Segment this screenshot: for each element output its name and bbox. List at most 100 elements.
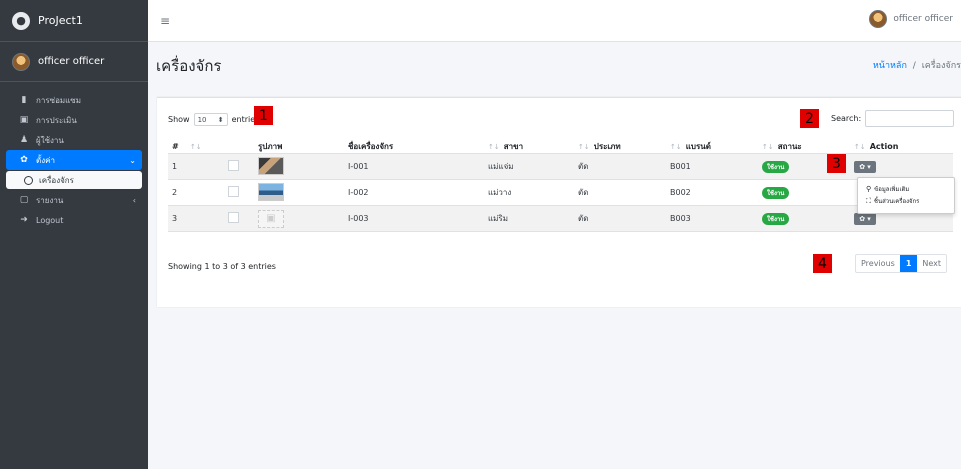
status-badge: ใช้งาน — [762, 212, 790, 225]
action-dropdown-menu: ⚲ ข้อมูลเพิ่มเติม ⛶ ชิ้นส่วนเครื่องจักร — [857, 177, 955, 214]
col-name[interactable]: ชื่อเครื่องจักร — [344, 140, 484, 154]
sidebar-item-settings[interactable]: ✿ ตั้งค่า ⌄ — [6, 150, 142, 170]
sidebar-user-panel[interactable]: officer officer — [0, 42, 148, 82]
sort-icon: ↑↓ — [578, 143, 590, 151]
row-checkbox[interactable] — [228, 186, 239, 197]
table-info: Showing 1 to 3 of 3 entries — [168, 262, 276, 271]
sidebar-item-label: การซ่อมแซม — [36, 95, 81, 105]
sidebar-item-machines[interactable]: เครื่องจักร — [6, 171, 142, 189]
row-status-cell: ใช้งาน — [758, 179, 850, 206]
row-checkbox[interactable] — [228, 160, 239, 171]
col-number[interactable]: # — [168, 140, 186, 154]
gear-icon: ✿ — [20, 155, 28, 165]
row-brand: B001 — [666, 153, 758, 180]
edit-icon: ▣ — [19, 115, 29, 125]
col-action[interactable]: ↑↓ Action — [850, 140, 953, 154]
col-brand[interactable]: ↑↓ แบรนด์ — [666, 140, 758, 154]
table-header-row: # ↑↓ รูปภาพ ชื่อเครื่องจักร ↑↓ สาขา ↑↓ ประ… — [168, 140, 953, 154]
row-machine-name: I-003 — [344, 205, 484, 232]
sidebar-item-evaluation[interactable]: ▣ การประเมิน — [6, 110, 142, 130]
col-checkbox[interactable]: ↑↓ — [186, 140, 254, 154]
breadcrumb-home-link[interactable]: หน้าหลัก — [873, 61, 907, 71]
status-badge: ใช้งาน — [762, 186, 790, 199]
sort-icon: ↑↓ — [854, 143, 866, 151]
row-type: ตัด — [574, 153, 666, 180]
sidebar-item-label: การประเมิน — [36, 115, 77, 125]
search-label: Search: — [831, 114, 862, 123]
action-button[interactable]: ✿ ▾ — [854, 212, 876, 225]
search-control: Search: — [831, 110, 955, 127]
logout-icon: ➜ — [20, 215, 28, 225]
col-branch[interactable]: ↑↓ สาขา — [484, 140, 574, 154]
sidebar-item-label: ตั้งค่า — [36, 155, 55, 165]
annotation-marker-3: 3 — [827, 154, 846, 173]
sidebar-item-label: Logout — [36, 215, 64, 225]
row-checkbox-cell — [186, 153, 254, 180]
brand[interactable]: ● ProJect1 — [0, 0, 148, 42]
chevron-down-icon: ⌄ — [129, 155, 136, 165]
sort-icon: ↑↓ — [670, 143, 682, 151]
row-type: ตัด — [574, 205, 666, 232]
menu-icon[interactable]: ≡ — [160, 14, 170, 28]
dropdown-item-details[interactable]: ⚲ ข้อมูลเพิ่มเติม — [858, 183, 954, 195]
image-placeholder-icon[interactable]: ▣ — [258, 209, 284, 228]
breadcrumb-current: เครื่องจักร — [921, 61, 961, 71]
table-row: 3 ▣ I-003 แม่ริม ตัด B003 ใช้งาน ✿ ▾ — [168, 205, 953, 232]
pagination-previous[interactable]: Previous — [856, 255, 900, 272]
action-button[interactable]: ✿ ▾ — [854, 160, 876, 173]
sitemap-icon: ⛶ — [866, 196, 871, 205]
show-label: Show — [168, 115, 190, 124]
row-branch: แม่ริม — [484, 205, 574, 232]
file-icon: ▮ — [21, 95, 27, 105]
machine-thumbnail[interactable] — [258, 182, 284, 201]
row-branch: แม่วาง — [484, 179, 574, 206]
entries-select[interactable]: 10 ⬍ — [193, 113, 228, 126]
sidebar-item-label: เครื่องจักร — [39, 175, 74, 185]
row-image-cell: ▣ — [254, 205, 344, 232]
pagination: Previous 1 Next — [855, 254, 948, 273]
search-icon: ⚲ — [866, 185, 872, 193]
row-brand: B002 — [666, 179, 758, 206]
sidebar-item-repair[interactable]: ▮ การซ่อมแซม — [6, 90, 142, 110]
sidebar: ● ProJect1 officer officer ▮ การซ่อมแซม … — [0, 0, 148, 469]
sidebar-item-report[interactable]: ▢ รายงาน ‹ — [6, 190, 142, 210]
row-checkbox[interactable] — [228, 212, 239, 223]
col-type[interactable]: ↑↓ ประเภท — [574, 140, 666, 154]
sidebar-item-users[interactable]: ♟ ผู้ใช้งาน — [6, 130, 142, 150]
topbar: ≡ officer officer — [148, 0, 961, 42]
row-action-cell: ✿ ▾ — [850, 153, 953, 180]
row-checkbox-cell — [186, 179, 254, 206]
sort-icon: ↑↓ — [488, 143, 500, 151]
row-brand: B003 — [666, 205, 758, 232]
row-machine-name: I-001 — [344, 153, 484, 180]
pagination-next[interactable]: Next — [917, 255, 946, 272]
row-number: 1 — [168, 153, 186, 180]
row-status-cell: ใช้งาน — [758, 205, 850, 232]
annotation-marker-4: 4 — [813, 254, 832, 273]
breadcrumb: หน้าหลัก / เครื่องจักร — [873, 58, 961, 72]
row-number: 3 — [168, 205, 186, 232]
entries-value: 10 — [197, 115, 207, 124]
report-icon: ▢ — [19, 195, 29, 205]
avatar — [869, 10, 888, 28]
annotation-marker-2: 2 — [800, 109, 819, 128]
table-row: 2 I-002 แม่วาง ตัด B002 ใช้งาน — [168, 179, 953, 206]
status-badge: ใช้งาน — [762, 160, 790, 173]
dropdown-item-parts[interactable]: ⛶ ชิ้นส่วนเครื่องจักร — [858, 195, 954, 207]
circle-icon — [24, 175, 33, 185]
machine-thumbnail[interactable] — [258, 156, 284, 175]
header-user[interactable]: officer officer — [869, 10, 953, 28]
breadcrumb-separator: / — [912, 61, 916, 71]
sidebar-item-logout[interactable]: ➜ Logout — [6, 210, 142, 230]
sidebar-item-label: รายงาน — [36, 195, 64, 205]
annotation-marker-1: 1 — [254, 106, 273, 125]
col-status[interactable]: ↑↓ สถานะ — [758, 140, 850, 154]
entries-control: Show 10 ⬍ entries — [168, 113, 259, 126]
sort-icon: ↑↓ — [762, 143, 774, 151]
row-image-cell — [254, 179, 344, 206]
col-image[interactable]: รูปภาพ — [254, 140, 344, 154]
search-input[interactable] — [865, 110, 955, 127]
row-machine-name: I-002 — [344, 179, 484, 206]
users-icon: ♟ — [19, 135, 29, 145]
pagination-page-1[interactable]: 1 — [899, 255, 918, 272]
